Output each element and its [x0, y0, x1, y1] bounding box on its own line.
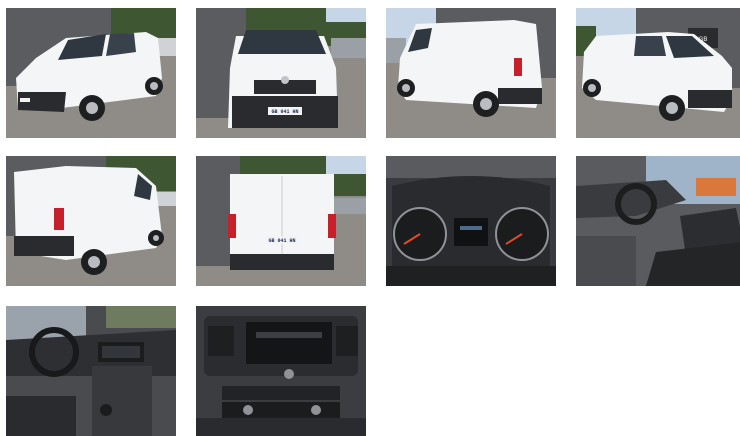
center-console-photo: [196, 306, 366, 436]
photo-thumbnail-10[interactable]: [196, 306, 366, 436]
van-rear-right-photo: [386, 8, 556, 138]
license-plate-text: GB 041 HN: [271, 109, 298, 115]
cabin-interior-photo: [576, 156, 740, 286]
van-rear-photo: GB 041 HN: [196, 156, 366, 286]
dashboard-steering-wheel-photo: [6, 306, 176, 436]
van-front-photo: GB 041 HN: [196, 8, 366, 138]
photo-thumbnail-1[interactable]: [6, 8, 176, 138]
photo-thumbnail-5[interactable]: [6, 156, 176, 286]
photo-thumbnail-9[interactable]: [6, 306, 176, 436]
photo-gallery: GB 041 HN GB GB 041 HN: [0, 0, 740, 436]
license-plate-text: GB 041 HN: [268, 238, 295, 244]
photo-thumbnail-3[interactable]: [386, 8, 556, 138]
photo-thumbnail-2[interactable]: GB 041 HN: [196, 8, 366, 138]
photo-thumbnail-7[interactable]: [386, 156, 556, 286]
van-front-left-photo: [6, 8, 176, 138]
instrument-cluster-photo: [386, 156, 556, 286]
van-front-right-photo: GB: [576, 8, 740, 138]
photo-thumbnail-4[interactable]: GB: [576, 8, 740, 138]
photo-thumbnail-6[interactable]: GB 041 HN: [196, 156, 366, 286]
photo-thumbnail-8[interactable]: [576, 156, 740, 286]
van-rear-left-photo: [6, 156, 176, 286]
